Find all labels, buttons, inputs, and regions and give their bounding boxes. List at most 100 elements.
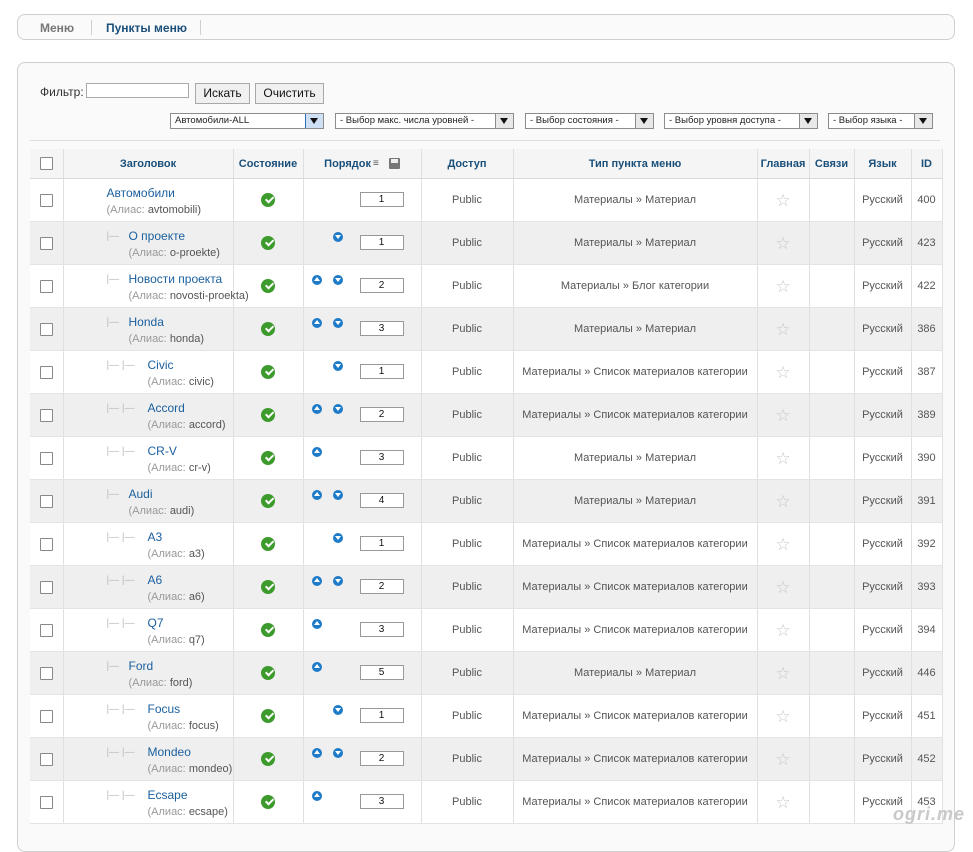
item-title-link[interactable]: A3 (148, 530, 163, 544)
star-icon[interactable]: ☆ (775, 363, 790, 382)
arrow-down-icon[interactable] (332, 576, 343, 586)
published-check-icon[interactable] (261, 279, 275, 293)
col-type[interactable]: Тип пункта меню (513, 149, 758, 179)
col-id[interactable]: ID (911, 149, 943, 179)
published-check-icon[interactable] (261, 709, 275, 723)
published-check-icon[interactable] (261, 193, 275, 207)
tab-menus[interactable]: Меню (40, 21, 74, 35)
row-checkbox[interactable] (39, 795, 53, 809)
published-check-icon[interactable] (261, 365, 275, 379)
order-input[interactable]: 1 (359, 364, 404, 379)
published-check-icon[interactable] (261, 451, 275, 465)
row-checkbox[interactable] (39, 408, 53, 422)
item-title-link[interactable]: Focus (148, 702, 181, 716)
published-check-icon[interactable] (261, 752, 275, 766)
order-input[interactable]: 4 (359, 493, 404, 508)
arrow-up-icon[interactable] (311, 576, 322, 586)
item-title-link[interactable]: Ford (129, 659, 154, 673)
star-icon[interactable]: ☆ (775, 793, 790, 812)
arrow-down-icon[interactable] (332, 318, 343, 328)
arrow-up-icon[interactable] (311, 447, 322, 457)
star-icon[interactable]: ☆ (775, 621, 790, 640)
arrow-up-icon[interactable] (311, 275, 322, 285)
star-icon[interactable]: ☆ (775, 750, 790, 769)
order-input[interactable]: 2 (359, 751, 404, 766)
arrow-down-icon[interactable] (332, 748, 343, 758)
arrow-down-icon[interactable] (332, 490, 343, 500)
item-title-link[interactable]: Q7 (148, 616, 164, 630)
item-title-link[interactable]: Audi (129, 487, 153, 501)
item-title-link[interactable]: Mondeo (148, 745, 191, 759)
col-assoc[interactable]: Связи (809, 149, 855, 179)
row-checkbox[interactable] (39, 193, 53, 207)
col-home[interactable]: Главная (757, 149, 810, 179)
save-icon[interactable] (388, 158, 400, 170)
access-select[interactable]: - Выбор уровня доступа - (664, 113, 818, 129)
star-icon[interactable]: ☆ (775, 320, 790, 339)
item-title-link[interactable]: Civic (148, 358, 174, 372)
order-input[interactable]: 3 (359, 622, 404, 637)
published-check-icon[interactable] (261, 494, 275, 508)
order-input[interactable]: 1 (359, 708, 404, 723)
star-icon[interactable]: ☆ (775, 277, 790, 296)
arrow-up-icon[interactable] (311, 748, 322, 758)
row-checkbox[interactable] (39, 451, 53, 465)
item-title-link[interactable]: A6 (148, 573, 163, 587)
tab-menu-items[interactable]: Пункты меню (106, 21, 187, 35)
row-checkbox[interactable] (39, 365, 53, 379)
arrow-down-icon[interactable] (332, 361, 343, 371)
col-order[interactable]: Порядок (324, 158, 371, 170)
item-title-link[interactable]: Honda (129, 315, 164, 329)
published-check-icon[interactable] (261, 408, 275, 422)
order-input[interactable]: 2 (359, 579, 404, 594)
item-title-link[interactable]: Ecsape (148, 788, 188, 802)
order-input[interactable]: 2 (359, 278, 404, 293)
col-title[interactable]: Заголовок (63, 149, 234, 179)
star-icon[interactable]: ☆ (775, 707, 790, 726)
language-select[interactable]: - Выбор языка - (828, 113, 933, 129)
order-input[interactable]: 2 (359, 407, 404, 422)
col-language[interactable]: Язык (854, 149, 912, 179)
order-input[interactable]: 3 (359, 794, 404, 809)
arrow-up-icon[interactable] (311, 662, 322, 672)
row-checkbox[interactable] (39, 666, 53, 680)
col-access[interactable]: Доступ (421, 149, 514, 179)
row-checkbox[interactable] (39, 494, 53, 508)
published-check-icon[interactable] (261, 580, 275, 594)
star-icon[interactable]: ☆ (775, 578, 790, 597)
row-checkbox[interactable] (39, 236, 53, 250)
arrow-up-icon[interactable] (311, 490, 322, 500)
arrow-down-icon[interactable] (332, 705, 343, 715)
arrow-down-icon[interactable] (332, 232, 343, 242)
published-check-icon[interactable] (261, 623, 275, 637)
order-input[interactable]: 3 (359, 450, 404, 465)
order-input[interactable]: 1 (359, 192, 404, 207)
arrow-down-icon[interactable] (332, 275, 343, 285)
published-check-icon[interactable] (261, 236, 275, 250)
arrow-up-icon[interactable] (311, 318, 322, 328)
row-checkbox[interactable] (39, 580, 53, 594)
star-icon[interactable]: ☆ (775, 492, 790, 511)
row-checkbox[interactable] (39, 322, 53, 336)
menu-select[interactable]: Автомобили-ALL (170, 113, 324, 129)
published-check-icon[interactable] (261, 322, 275, 336)
clear-button[interactable]: Очистить (255, 83, 324, 104)
star-icon[interactable]: ☆ (775, 449, 790, 468)
levels-select[interactable]: - Выбор макс. числа уровней - (335, 113, 514, 129)
row-checkbox[interactable] (39, 537, 53, 551)
star-icon[interactable]: ☆ (775, 406, 790, 425)
filter-search-input[interactable] (86, 83, 189, 98)
star-icon[interactable]: ☆ (775, 234, 790, 253)
row-checkbox[interactable] (39, 279, 53, 293)
col-state[interactable]: Состояние (233, 149, 304, 179)
star-icon[interactable]: ☆ (775, 191, 790, 210)
published-check-icon[interactable] (261, 666, 275, 680)
order-input[interactable]: 1 (359, 235, 404, 250)
row-checkbox[interactable] (39, 623, 53, 637)
published-check-icon[interactable] (261, 795, 275, 809)
row-checkbox[interactable] (39, 709, 53, 723)
state-select[interactable]: - Выбор состояния - (525, 113, 654, 129)
search-button[interactable]: Искать (195, 83, 250, 104)
arrow-up-icon[interactable] (311, 404, 322, 414)
row-checkbox[interactable] (39, 752, 53, 766)
